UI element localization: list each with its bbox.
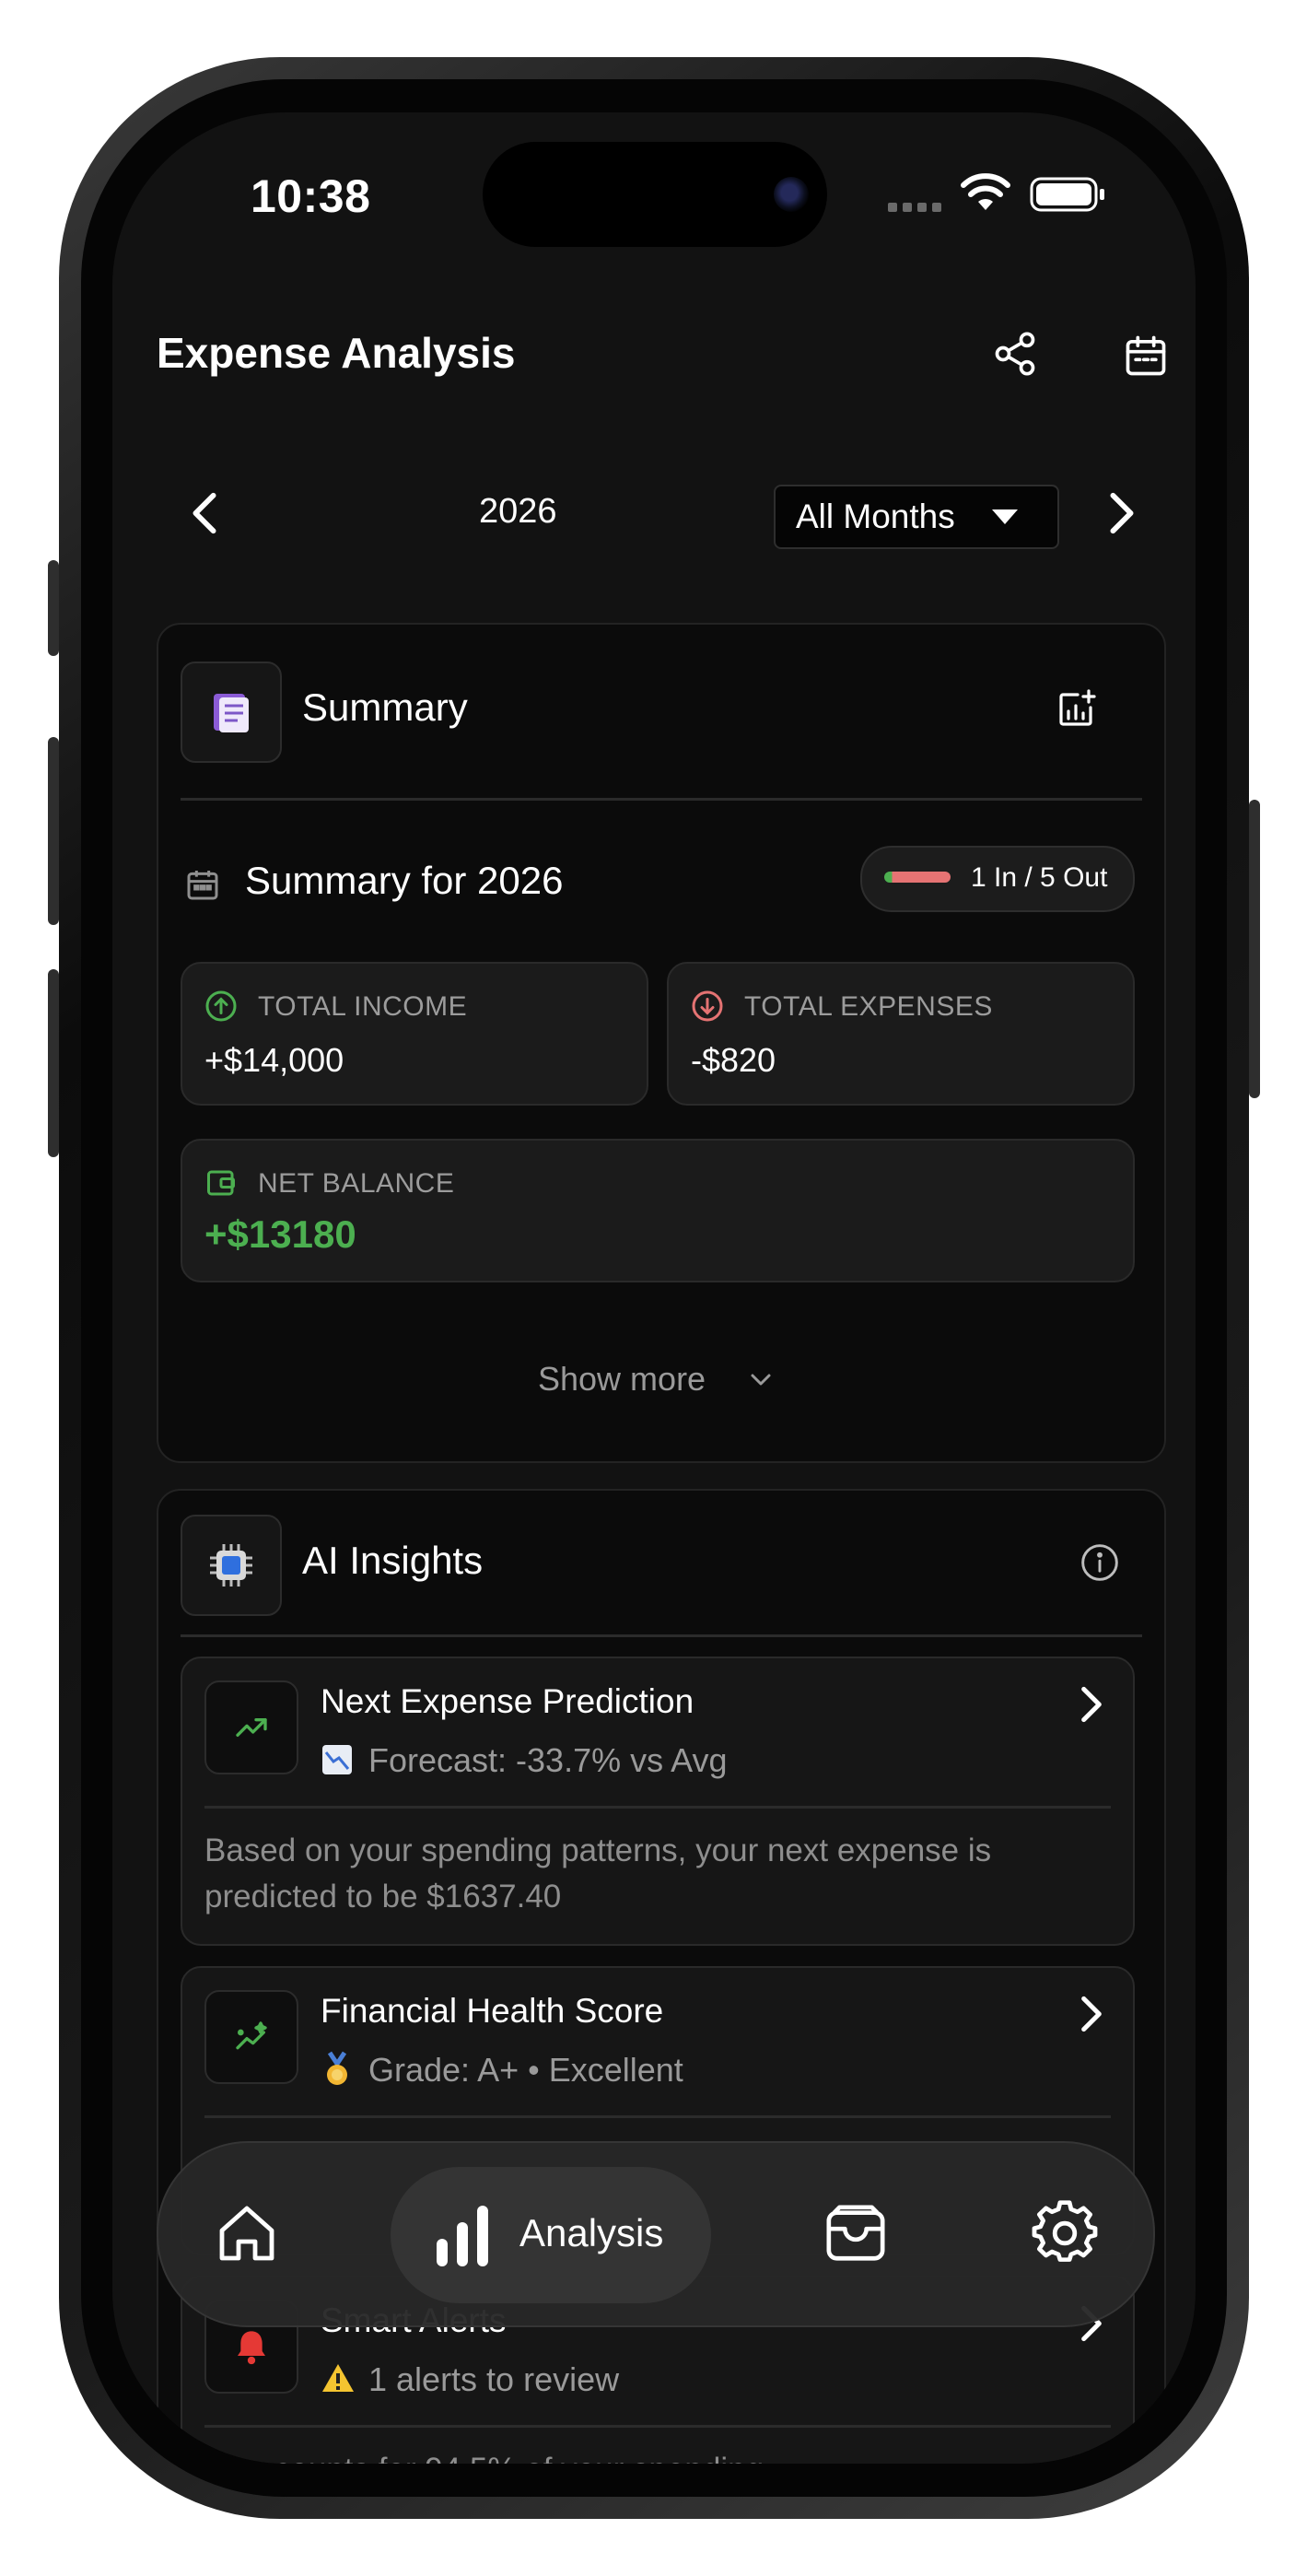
power-button — [1249, 800, 1260, 1098]
home-icon[interactable] — [214, 2200, 280, 2266]
medal-icon — [327, 2051, 347, 2085]
insight-body: ... accounts for 94.5% of your spending — [204, 2447, 1111, 2464]
summary-subtitle: Summary for 2026 — [245, 859, 564, 902]
bell-icon — [238, 2331, 265, 2365]
insight-divider — [204, 1806, 1111, 1809]
month-filter-dropdown[interactable]: All Months — [774, 485, 1059, 549]
tab-analysis[interactable]: Analysis — [391, 2167, 711, 2303]
calendar-icon[interactable] — [1122, 332, 1170, 380]
settings-gear-icon[interactable] — [1032, 2200, 1098, 2266]
trending-up-icon — [236, 1718, 267, 1737]
wifi-icon — [961, 173, 1010, 210]
month-filter-label: All Months — [796, 498, 955, 535]
ai-insights-title: AI Insights — [302, 1539, 484, 1582]
ratio-badge: 1 In / 5 Out — [860, 846, 1135, 912]
camera-icon — [774, 177, 809, 212]
net-balance-value: +$13180 — [204, 1212, 356, 1256]
battery-icon — [1030, 177, 1104, 212]
receipt-icon — [214, 694, 249, 732]
total-expenses-label: TOTAL EXPENSES — [744, 991, 993, 1022]
share-icon[interactable] — [991, 330, 1039, 378]
show-more-label: Show more — [538, 1360, 706, 1398]
summary-divider — [181, 798, 1142, 801]
insight-title: Financial Health Score — [321, 1992, 664, 2030]
summary-title: Summary — [302, 685, 468, 729]
action-button — [48, 560, 59, 656]
chip-icon — [210, 1544, 252, 1587]
total-income-label: TOTAL INCOME — [258, 991, 468, 1022]
tab-analysis-label: Analysis — [519, 2211, 664, 2254]
total-income-value: +$14,000 — [204, 1041, 344, 1079]
insight-meta: Forecast: -33.7% vs Avg — [368, 1741, 728, 1779]
insight-next-expense[interactable]: Next Expense Prediction Forecast: -33.7%… — [181, 1657, 1135, 1946]
sparkle-trend-icon — [236, 2021, 267, 2050]
trend-icon-box — [204, 1680, 298, 1774]
arrow-up-circle-icon — [205, 990, 237, 1022]
ratio-bar — [884, 872, 951, 883]
net-balance-tile: NET BALANCE +$13180 — [181, 1139, 1135, 1282]
page-title: Expense Analysis — [157, 329, 516, 377]
summary-card: Summary Summary for 2026 1 In / 5 Out TO… — [157, 623, 1166, 1463]
bar-chart-icon — [437, 2206, 488, 2266]
info-icon[interactable] — [1079, 1542, 1120, 1583]
dropdown-caret-icon — [992, 509, 1018, 524]
year-label: 2026 — [479, 492, 557, 531]
dynamic-island — [483, 142, 827, 247]
wallet-icon — [207, 1170, 235, 1196]
arrow-down-circle-icon — [692, 990, 723, 1022]
insight-divider — [204, 2115, 1111, 2118]
show-more-button[interactable]: Show more — [505, 1354, 818, 1406]
screen: 10:38 Expense Analysis 2026 All Months S… — [112, 112, 1196, 2464]
ai-icon-box — [181, 1515, 282, 1616]
chevron-right-icon — [1081, 1996, 1102, 2032]
calendar-small-icon — [187, 871, 218, 900]
ai-divider — [181, 1634, 1142, 1637]
wallet-tab-icon[interactable] — [823, 2204, 888, 2265]
net-balance-label: NET BALANCE — [258, 1168, 455, 1199]
add-chart-icon[interactable] — [1054, 687, 1098, 732]
total-income-tile: TOTAL INCOME +$14,000 — [181, 962, 648, 1106]
insight-meta: Grade: A+ • Excellent — [368, 2051, 683, 2089]
total-expenses-value: -$820 — [691, 1041, 776, 1079]
signal-icon — [888, 203, 941, 212]
summary-icon-box — [181, 662, 282, 763]
insight-divider — [204, 2425, 1111, 2428]
sparkle-trend-icon-box — [204, 1990, 298, 2084]
status-time: 10:38 — [251, 170, 371, 222]
previous-year-chevron-icon[interactable] — [188, 490, 221, 536]
warning-icon — [322, 2364, 354, 2392]
insight-body: Based on your spending patterns, your ne… — [204, 1832, 992, 1914]
volume-down-button — [48, 969, 59, 1157]
insight-meta: 1 alerts to review — [368, 2360, 620, 2398]
ratio-badge-text: 1 In / 5 Out — [971, 862, 1108, 893]
chart-decreasing-icon — [322, 1745, 352, 1774]
total-expenses-tile: TOTAL EXPENSES -$820 — [667, 962, 1135, 1106]
chevron-right-icon — [1081, 1686, 1102, 1723]
next-year-chevron-icon[interactable] — [1105, 490, 1138, 536]
chevron-down-icon — [751, 1374, 771, 1386]
volume-up-button — [48, 737, 59, 925]
insight-title: Next Expense Prediction — [321, 1682, 694, 1720]
tab-bar: Analysis — [157, 2141, 1155, 2327]
